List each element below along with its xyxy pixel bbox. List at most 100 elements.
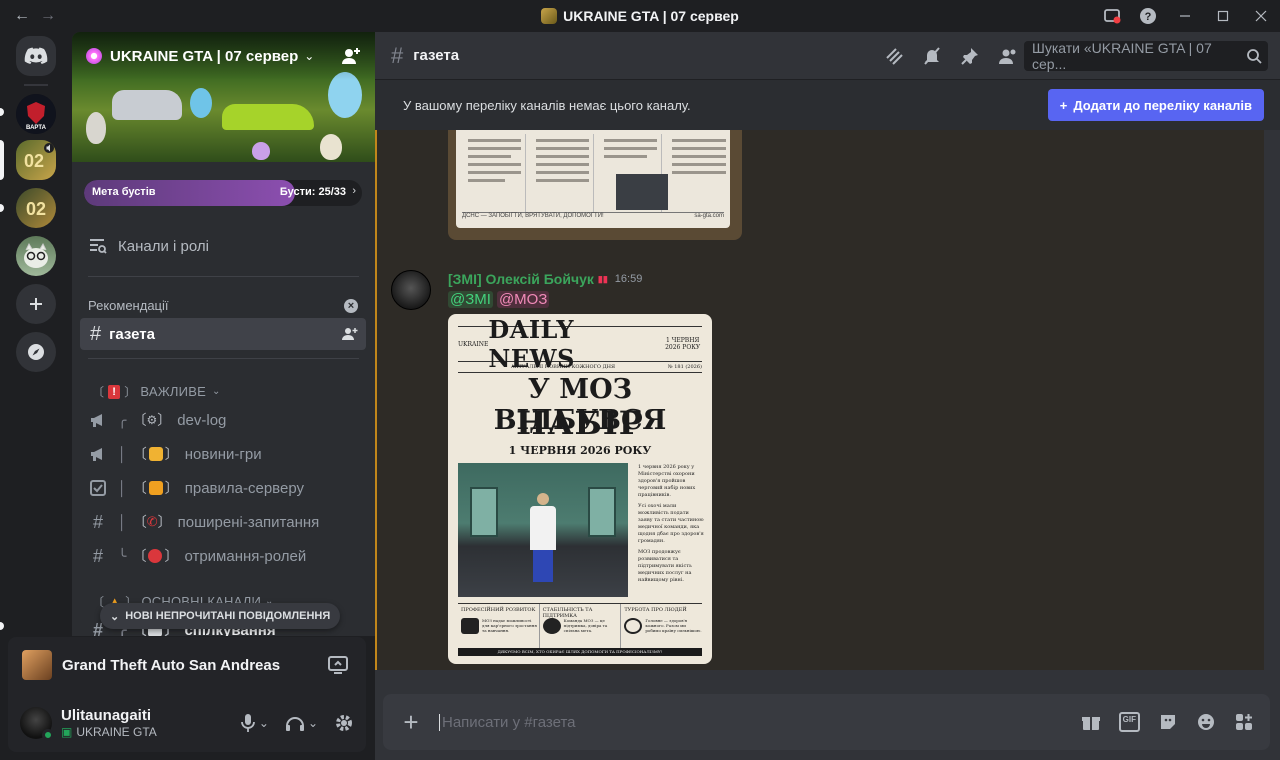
server-banner: UKRAINE GTA | 07 сервер ⌄ [72,32,375,162]
channel-header: # газета Шукати «UKRAINE GTA | 07 сер... [375,32,1280,80]
channel-pravyla-serveru[interactable]: │ 〔〕 правила-серверу [88,472,304,504]
old-paper-footer: ДСНС — ЗАПОБІГТИ, ВРЯТУВАТИ, ДОПОМОГТИ! [462,213,604,219]
message-author[interactable]: [ЗМІ] Олексій Бойчук [448,271,594,287]
server-icon [541,8,558,24]
minimize-icon[interactable] [1166,0,1204,32]
message-image[interactable]: ДСНС — ЗАПОБІГТИ, ВРЯТУВАТИ, ДОПОМОГТИ! … [448,130,742,240]
maximize-icon[interactable] [1204,0,1242,32]
add-to-channel-list-button[interactable]: + Додати до переліку каналів [1047,89,1264,121]
photo [616,174,668,210]
channel-hash-icon: # [90,322,102,345]
server-02[interactable]: 02 [16,188,56,228]
category-vazhlyve[interactable]: 〔! 〕 ВАЖЛИВЕ ⌄ [92,383,221,400]
close-icon[interactable] [1242,0,1280,32]
channel-hash-icon: # [391,42,404,68]
newspaper-image[interactable]: UKRAINE DAILY NEWS 1 ЧЕРВНЯ 2026 РОКУ АК… [448,314,712,664]
headphones-icon [285,716,304,731]
channel-dev-log[interactable]: ╭ 〔 ⚙ 〕 dev-log [88,404,226,436]
apps-icon[interactable] [1234,712,1254,732]
announcement-icon [88,412,108,428]
paper-footer: ДЯКУЄМО ВСІМ, ХТО ОБИРАЄ ШЛЯХ ДОПОМОГИ Т… [458,648,702,656]
chevron-down-icon[interactable]: ⌄ [259,716,269,730]
chevron-down-icon[interactable]: ⌄ [308,716,318,730]
announcement-icon [88,446,108,462]
headphones-button[interactable]: ⌄ [285,714,318,732]
server-name[interactable]: UKRAINE GTA | 07 сервер [110,48,298,65]
help-icon[interactable]: ? [1130,0,1166,32]
bell-icon [148,447,163,461]
stop-icon [148,549,163,563]
add-server-icon[interactable] [16,284,56,324]
game-controller-icon: ▣ [61,724,73,739]
old-paper-site: sa-gta.com [694,213,724,219]
microphone-icon [240,713,255,732]
new-unread-label: НОВІ НЕПРОЧИТАНІ ПОВІДОМЛЕННЯ [125,610,331,622]
boost-progress[interactable]: Мета бустів Бусти: 25/33 › [84,180,362,206]
sticker-icon[interactable] [1158,712,1178,732]
pin-icon[interactable] [960,46,980,66]
column-text: Команда МОЗ — це підтримка, довіра та сп… [563,618,608,633]
server-varta[interactable]: ВАРТА [16,94,56,134]
notepad-icon [148,481,163,495]
server-cat[interactable] [16,236,56,276]
message-list: ДСНС — ЗАПОБІГТИ, ВРЯТУВАТИ, ДОПОМОГТИ! … [375,130,1280,674]
exclamation-icon: ! [108,384,121,399]
chevron-down-icon: ⌄ [211,386,221,397]
arrow-left-icon[interactable]: ← [14,7,30,25]
plus-icon: + [1059,97,1068,113]
dismiss-icon[interactable]: × [344,298,358,313]
add-member-icon[interactable] [342,326,358,342]
stream-icon[interactable] [328,656,348,674]
mention-moz[interactable]: @МОЗ [496,291,550,308]
paper-date: 1 ЧЕРВНЯ 2026 РОКУ [665,337,701,351]
inbox-icon[interactable] [1094,0,1130,32]
invite-people-icon[interactable] [341,46,361,66]
channel-posyreni-zapytannia[interactable]: # │ 〔 ✆ 〕 поширені-запитання [88,506,319,538]
threads-icon[interactable] [884,46,904,66]
browse-channels[interactable]: Канали і ролі [88,236,209,256]
mention-zmi[interactable]: @ЗМІ [448,291,493,308]
article-photo [458,463,628,597]
message-input[interactable]: Написати у #газета [439,713,576,731]
heart-icon [624,618,643,634]
server-ukraine-gta-07[interactable]: 02 [16,140,56,180]
chevron-down-icon: ⌄ [110,610,120,623]
gear-icon: ⚙ [146,413,158,427]
discord-home-icon[interactable] [16,36,56,76]
discover-icon[interactable] [16,332,56,372]
notice-text: У вашому переліку каналів немає цього ка… [403,97,691,113]
online-status-icon [42,728,54,741]
column-text: Головне — здоров'я кожного. Разом ми роб… [645,618,702,633]
channel-gazeta[interactable]: # газета [80,318,366,350]
chat-main: # газета Шукати «UKRAINE GTA | 07 сер...… [375,32,1280,760]
search-input[interactable]: Шукати «UKRAINE GTA | 07 сер... [1024,40,1268,72]
channel-novyny-hry[interactable]: │ 〔〕 новини-гри [88,438,262,470]
channel-sidebar: UKRAINE GTA | 07 сервер ⌄ Мета бустів Бу… [72,32,375,636]
boost-flower-icon [86,48,102,64]
emoji-icon[interactable] [1196,712,1216,732]
gift-icon[interactable] [1081,712,1101,732]
chevron-down-icon[interactable]: ⌄ [304,49,314,63]
member-list-icon[interactable] [998,46,1018,66]
column-title: ТУРБОТА ПРО ЛЮДЕЙ [624,607,687,613]
channel-otrymannia-rolei[interactable]: # ╰ 〔〕 отримання-ролей [88,540,306,572]
server-tag-icon: ▮▮ [597,273,608,284]
arrow-right-icon[interactable]: → [40,7,56,25]
svg-text:02: 02 [26,199,46,219]
headline-line2: НАБІР [516,404,644,442]
new-unread-button[interactable]: ⌄ НОВІ НЕПРОЧИТАНІ ПОВІДОМЛЕННЯ [100,603,341,629]
paper-number: № 181 (2026) [667,364,702,370]
svg-text:02: 02 [24,151,44,171]
username[interactable]: Ulitaunagaiti [61,707,157,724]
microphone-button[interactable]: ⌄ [240,713,269,733]
message-avatar[interactable] [391,270,431,310]
avatar[interactable] [20,706,54,741]
attach-plus-icon[interactable]: + [383,707,439,738]
paper-tagline: АКТУАЛЬНІ НОВИНИ КОЖНОГО ДНЯ [510,364,616,370]
message-item: [ЗМІ] Олексій Бойчук ▮▮ 16:59 @ЗМІ @МОЗ … [375,266,1264,670]
chevron-right-icon: › [352,185,356,197]
settings-gear-icon[interactable] [334,713,354,733]
gif-icon[interactable]: GIF [1118,712,1140,732]
notification-muted-icon[interactable] [922,46,942,66]
activity-panel[interactable]: Grand Theft Auto San Andreas [8,637,366,693]
